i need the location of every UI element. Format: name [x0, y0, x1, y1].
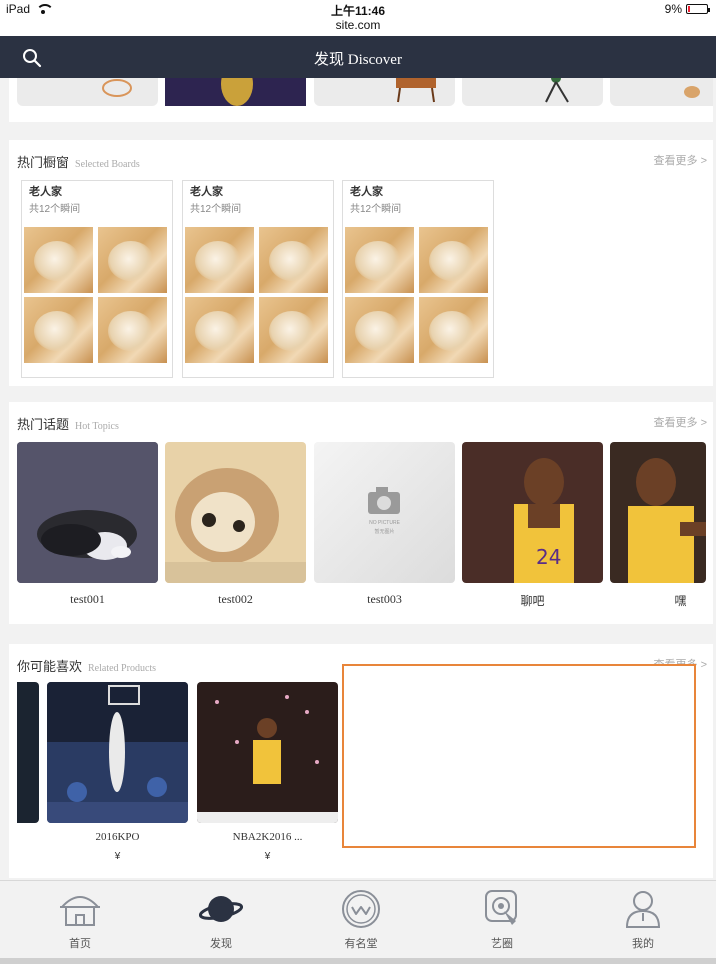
section-title: 热门橱窗: [17, 155, 70, 170]
product-price: ¥: [114, 851, 121, 862]
tab-discover[interactable]: 发现: [181, 889, 261, 951]
user-icon: [625, 891, 661, 928]
topic-label: test001: [70, 592, 105, 606]
highlight-box: [342, 664, 696, 848]
product-name: NBA2K2016 ...: [232, 831, 303, 843]
status-bar: iPad 上午11:46 site.com 9%: [0, 0, 716, 36]
basketball-player-image: 24: [462, 442, 603, 583]
product-partial[interactable]: [17, 682, 39, 823]
bench-icon: [396, 78, 436, 103]
product-item[interactable]: 2016KPO ¥: [47, 682, 188, 862]
see-more-link[interactable]: 查看更多 >: [654, 152, 707, 168]
board-thumb: [419, 227, 488, 293]
section-title-en: Hot Topics: [75, 421, 119, 432]
carousel-item[interactable]: [165, 78, 306, 106]
ring-icon: [102, 79, 132, 97]
board-thumb: [24, 227, 93, 293]
board-card[interactable]: 老人家 共12个瞬间: [342, 180, 494, 378]
tab-mine[interactable]: 我的: [603, 889, 683, 951]
carousel-item[interactable]: [462, 78, 603, 106]
board-card[interactable]: 老人家 共12个瞬间: [21, 180, 173, 378]
tab-label: 发现: [210, 938, 232, 950]
player-celebration-image: [197, 682, 338, 823]
topic-item[interactable]: test002: [165, 442, 306, 607]
product-price: ¥: [264, 851, 271, 862]
board-thumb: [345, 227, 414, 293]
circle-w-icon: [342, 890, 380, 928]
carousel-item[interactable]: [610, 78, 713, 106]
section-title: 热门话题: [17, 417, 70, 432]
tab-home[interactable]: 首页: [40, 889, 120, 951]
topic-label: 聊吧: [520, 594, 545, 608]
carousel-item[interactable]: [17, 78, 158, 106]
section-header: 你可能喜欢 Related Products: [17, 656, 156, 675]
board-title: 老人家: [350, 186, 383, 198]
see-more-link[interactable]: 查看更多 >: [654, 414, 707, 430]
camera-icon: [368, 487, 400, 514]
planet-icon: [199, 896, 243, 922]
topic-label: 嘿: [674, 594, 687, 608]
tab-label: 我的: [632, 938, 654, 950]
board-thumb: [345, 297, 414, 363]
bottom-edge: [0, 958, 716, 964]
clock: 上午11:46: [330, 4, 386, 18]
top-carousel: [9, 78, 713, 122]
section-header: 热门话题 Hot Topics: [17, 414, 119, 433]
board-subtitle: 共12个瞬间: [350, 204, 402, 215]
dish-icon: [684, 86, 700, 98]
board-card[interactable]: 老人家 共12个瞬间: [182, 180, 334, 378]
topic-label: test003: [367, 592, 402, 606]
touch-icon: [485, 890, 517, 925]
boards-section: 热门橱窗 Selected Boards 查看更多 > 老人家 共12个瞬间 老人…: [9, 140, 713, 386]
page-title: 发现 Discover: [314, 52, 402, 68]
status-right: 9%: [664, 2, 710, 16]
tab-label: 首页: [69, 938, 91, 950]
no-picture-cn: 暂无图片: [374, 529, 395, 535]
topic-label: test002: [218, 592, 253, 606]
battery-icon: [686, 4, 710, 14]
topic-item[interactable]: test001: [17, 442, 158, 607]
board-thumb: [259, 297, 328, 363]
tripod-icon: [545, 78, 569, 103]
tab-label: 有名堂: [344, 938, 378, 950]
home-icon: [60, 896, 100, 926]
section-title-en: Selected Boards: [75, 159, 140, 170]
husky-puppy-image: [17, 442, 158, 583]
section-header: 热门橱窗 Selected Boards: [17, 152, 140, 171]
tab-label: 艺圈: [491, 938, 513, 950]
no-picture-placeholder: NO PICTURE 暂无图片: [314, 442, 455, 583]
topic-item[interactable]: 嘿: [610, 442, 706, 609]
kitten-image: [165, 442, 306, 583]
topics-section: 热门话题 Hot Topics 查看更多 > test001 test002 N…: [9, 402, 713, 624]
board-thumb: [98, 297, 167, 363]
player-image: [165, 78, 306, 106]
board-thumb: [24, 297, 93, 363]
board-thumb: [98, 227, 167, 293]
board-title: 老人家: [190, 186, 223, 198]
board-thumb: [185, 297, 254, 363]
board-title: 老人家: [29, 186, 62, 198]
product-name: 2016KPO: [95, 831, 140, 843]
product-item[interactable]: NBA2K2016 ... ¥: [197, 682, 338, 862]
topic-item[interactable]: 24 聊吧: [462, 442, 603, 609]
section-title-en: Related Products: [88, 663, 157, 674]
nav-bar: 发现 Discover: [0, 36, 716, 78]
board-thumb: [419, 297, 488, 363]
svg-text:24: 24: [536, 545, 561, 569]
carousel-item[interactable]: [314, 78, 455, 106]
tab-famous[interactable]: 有名堂: [321, 889, 401, 951]
section-title: 你可能喜欢: [17, 659, 83, 674]
topic-item[interactable]: NO PICTURE 暂无图片 test003: [314, 442, 455, 607]
board-thumb: [185, 227, 254, 293]
tab-bar: 首页 发现 有名堂 艺圈 我的: [0, 880, 716, 958]
tab-art-circle[interactable]: 艺圈: [462, 889, 542, 951]
board-subtitle: 共12个瞬间: [29, 204, 81, 215]
board-thumb: [259, 227, 328, 293]
url-label[interactable]: site.com: [0, 18, 716, 32]
basketball-game-image: [47, 682, 188, 823]
basketball-player-image: [610, 442, 706, 583]
battery-percent: 9%: [664, 2, 682, 16]
board-subtitle: 共12个瞬间: [190, 204, 242, 215]
no-picture-text: NO PICTURE: [369, 520, 400, 526]
